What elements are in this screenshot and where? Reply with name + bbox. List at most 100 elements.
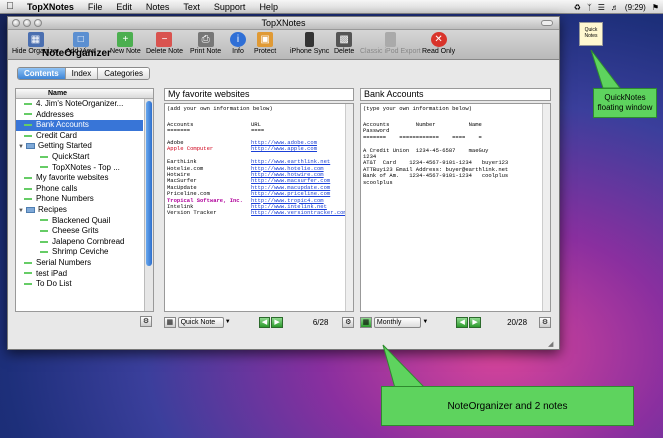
tree-note[interactable]: QuickStart [16, 152, 143, 163]
delete-note-button[interactable]: − Delete Note [146, 32, 183, 55]
flag-icon[interactable]: ⚑ [652, 3, 659, 12]
tree-note[interactable]: Blackened Quail [16, 216, 143, 227]
new-note-icon: + [117, 32, 134, 47]
scrollbar-thumb[interactable] [146, 101, 152, 266]
disclosure-triangle-icon[interactable]: ▼ [18, 206, 26, 216]
iphone-icon [305, 32, 315, 47]
volume-icon[interactable]: ♬ [611, 3, 619, 12]
chevron-down-icon: ▼ [422, 319, 429, 325]
menu-support[interactable]: Support [207, 2, 253, 12]
note-icon [24, 134, 32, 137]
chevron-down-icon: ▼ [224, 319, 231, 325]
note1-category-popup[interactable]: Quick Note [177, 316, 224, 328]
tree-folder[interactable]: ▼ Getting Started [16, 141, 143, 152]
bluetooth-icon[interactable]: ᛉ [587, 3, 592, 12]
window-titlebar[interactable]: TopXNotes [8, 17, 559, 30]
tree-note[interactable]: To Do List [16, 279, 143, 290]
note1-url-link[interactable]: http://www.versiontracker.com [251, 209, 347, 216]
note2-prev-button[interactable]: ◀ [456, 316, 469, 328]
tree-item-label: Addresses [36, 109, 74, 119]
lock-icon: ▣ [257, 32, 274, 47]
tab-contents[interactable]: Contents [18, 68, 66, 79]
tree-note[interactable]: Shrimp Ceviche [16, 247, 143, 258]
tree-item-label: test iPad [36, 268, 68, 278]
note2-action-button[interactable]: ⚙ [539, 316, 551, 328]
info-button[interactable]: i Info [230, 32, 246, 55]
note1-url-link[interactable]: http://www.apple.com [251, 145, 317, 152]
resize-grip-icon[interactable]: ◢ [548, 340, 553, 348]
menu-text[interactable]: Text [176, 2, 207, 12]
note1-body[interactable]: (add your own information below) Account… [164, 103, 354, 312]
print-note-button[interactable]: ⎙ Print Note [190, 32, 221, 55]
note2-line: A Credit Union 1234-45-6587 maeGuy [363, 146, 489, 154]
new-note-button[interactable]: + New Note [110, 32, 141, 55]
protect-button[interactable]: ▣ Protect [254, 32, 276, 55]
menu-app[interactable]: TopXNotes [20, 2, 81, 12]
close-button[interactable] [12, 19, 20, 27]
note2-next-button[interactable]: ▶ [469, 316, 482, 328]
note1-action-button[interactable]: ⚙ [342, 316, 354, 328]
read-only-button[interactable]: ✕ Read Only [422, 32, 455, 55]
quicknotes-floating-window[interactable]: Quick Notes [579, 22, 603, 46]
note1-next-button[interactable]: ▶ [271, 316, 283, 328]
minimize-button[interactable] [23, 19, 31, 27]
name-column-header[interactable]: Name [16, 89, 153, 99]
tree-note[interactable]: 4. Jim's NoteOrganizer... [16, 99, 143, 110]
toolbar-toggle-button[interactable] [541, 20, 553, 26]
tree-note[interactable]: My favorite websites [16, 173, 143, 184]
tree-item-label: Bank Accounts [36, 120, 89, 130]
tab-categories[interactable]: Categories [98, 68, 149, 79]
tree-item-label: Blackened Quail [52, 215, 111, 225]
sync-icon[interactable]: ♻ [574, 3, 581, 12]
window-title: TopXNotes [261, 18, 306, 28]
menu-edit[interactable]: Edit [109, 2, 139, 12]
note-icon [40, 240, 48, 243]
tree-note[interactable]: Addresses [16, 110, 143, 121]
note2-body[interactable]: (type your own information below) Accoun… [360, 103, 551, 312]
tree-note[interactable]: test iPad [16, 269, 143, 280]
zoom-button[interactable] [34, 19, 42, 27]
tree-item-label: Credit Card [36, 130, 77, 140]
wifi-icon[interactable]: ☰ [598, 3, 605, 12]
note1-status-bar: ▦ Quick Note ▼ ◀ ▶ 6/28 ⚙ [164, 315, 354, 329]
tree-note[interactable]: Phone Numbers [16, 194, 143, 205]
tab-index[interactable]: Index [65, 68, 99, 79]
disclosure-triangle-icon[interactable]: ▼ [18, 142, 26, 152]
note2-category-icon[interactable]: ▦ [360, 316, 372, 328]
menu-file[interactable]: File [81, 2, 110, 12]
note-icon [40, 166, 48, 169]
tree-note[interactable]: Cheese Grits [16, 226, 143, 237]
tree-note[interactable]: TopXNotes - Top ... [16, 163, 143, 174]
tree-note[interactable]: Jalapeno Cornbread [16, 237, 143, 248]
organizer-action-button[interactable]: ⚙ [140, 316, 152, 327]
note2-category-popup[interactable]: Monthly [373, 316, 422, 328]
note2-scrollbar[interactable] [542, 104, 550, 311]
iphone-sync-button[interactable]: iPhone Sync [290, 32, 329, 55]
menu-help[interactable]: Help [252, 2, 285, 12]
battery-status[interactable]: (9:29) [625, 3, 646, 12]
note1-prev-button[interactable]: ◀ [258, 316, 271, 328]
tree-item-label: Recipes [38, 205, 67, 214]
note2-title-field[interactable]: Bank Accounts [360, 88, 551, 101]
tree-item-label: Jalapeno Cornbread [52, 236, 125, 246]
note-icon [24, 283, 32, 286]
tree-note[interactable]: Credit Card [16, 131, 143, 142]
ipod-icon [384, 32, 396, 47]
apple-icon[interactable]:  [0, 1, 20, 12]
tree-note[interactable]: Phone calls [16, 184, 143, 195]
menu-extras: ♻ ᛉ ☰ ♬ (9:29) ⚑ [574, 0, 659, 14]
note2-intro: (type your own information below) [363, 105, 472, 112]
classic-ipod-export-button[interactable]: Classic iPod Export [360, 32, 421, 55]
tree-item-label: Getting Started [38, 141, 92, 151]
note1-category-icon[interactable]: ▦ [164, 316, 176, 328]
main-callout-pointer [382, 344, 427, 389]
tree-note[interactable]: Serial Numbers [16, 258, 143, 269]
note1-title-field[interactable]: My favorite websites [164, 88, 354, 101]
delete-button[interactable]: ▩ Delete [334, 32, 354, 55]
tree-note[interactable]: Bank Accounts [16, 120, 143, 131]
tree-folder[interactable]: ▼ Recipes [16, 205, 143, 216]
note1-scrollbar[interactable] [345, 104, 353, 311]
tree-item-label: QuickStart [52, 152, 90, 161]
menu-notes[interactable]: Notes [139, 2, 177, 12]
tree-scrollbar[interactable] [144, 99, 153, 311]
